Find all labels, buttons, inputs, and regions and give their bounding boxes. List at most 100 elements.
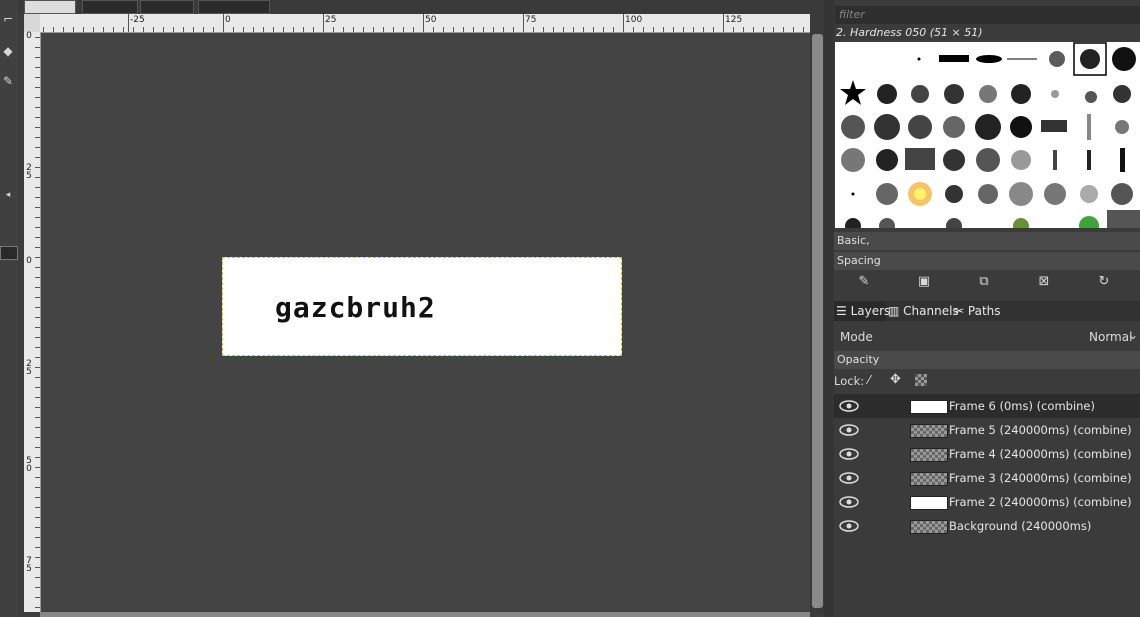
eye-icon[interactable] — [839, 400, 859, 412]
brush-texture[interactable] — [1087, 150, 1091, 170]
layer-name[interactable]: Frame 3 (240000ms) (combine) — [949, 471, 1132, 485]
brush-texture[interactable] — [1010, 116, 1032, 138]
brush-texture[interactable] — [943, 116, 965, 138]
brush-texture[interactable] — [877, 84, 897, 104]
brush-texture[interactable] — [976, 148, 1000, 172]
brush-texture[interactable] — [841, 115, 865, 139]
brush-texture[interactable] — [978, 184, 998, 204]
brush-texture[interactable] — [876, 183, 898, 205]
new-brush-icon[interactable]: ▣ — [915, 273, 933, 291]
delete-brush-icon[interactable]: ⊠ — [1035, 273, 1053, 291]
ruler-minor-tick — [653, 27, 654, 32]
brush-texture[interactable] — [1009, 182, 1033, 206]
brush-filter-input[interactable]: filter — [835, 6, 1140, 24]
brush-texture[interactable] — [1079, 216, 1099, 228]
layer-name[interactable]: Frame 4 (240000ms) (combine) — [949, 447, 1132, 461]
tab-layers[interactable]: ☰ Layers — [836, 302, 890, 320]
brush-soft[interactable] — [1049, 51, 1065, 67]
brush-texture[interactable] — [944, 84, 964, 104]
ruler-minor-tick — [53, 27, 54, 32]
eye-icon[interactable] — [839, 472, 859, 484]
brush-hard[interactable] — [1112, 47, 1136, 71]
brush-texture[interactable] — [879, 218, 895, 228]
ruler-minor-tick — [363, 27, 364, 32]
ruler-minor-tick — [793, 27, 794, 32]
brush-hardness-050[interactable] — [1080, 49, 1100, 69]
brush-texture[interactable] — [911, 85, 929, 103]
brush-texture[interactable] — [1115, 120, 1129, 134]
brush-texture[interactable] — [1087, 114, 1091, 140]
brush-texture[interactable] — [874, 114, 900, 140]
eye-icon[interactable] — [839, 496, 859, 508]
opacity-slider[interactable]: Opacity — [834, 351, 1140, 369]
brush-texture[interactable] — [946, 218, 962, 228]
eraser-icon[interactable]: ◆ — [1, 44, 15, 58]
brush-preset-tags[interactable]: Basic, — [834, 232, 1140, 250]
image-tab-2[interactable] — [82, 0, 138, 14]
image-tab-3[interactable] — [140, 0, 194, 14]
crop-icon[interactable]: ⌐ — [1, 12, 15, 26]
eye-icon[interactable] — [839, 424, 859, 436]
brush-grid[interactable] — [835, 42, 1140, 228]
ruler-corner-button[interactable] — [24, 14, 40, 32]
brush-texture[interactable] — [845, 218, 861, 228]
ruler-label: 2 5 — [26, 163, 32, 181]
image-tab-4[interactable] — [198, 0, 270, 14]
spacing-slider[interactable]: Spacing — [834, 252, 1140, 270]
duplicate-brush-icon[interactable]: ⧉ — [975, 273, 993, 291]
lock-label: Lock: — [834, 374, 865, 388]
brush-texture[interactable] — [1120, 148, 1125, 172]
vertical-ruler[interactable]: 0 2 5 0 2 5 5 0 7 5 — [24, 32, 41, 612]
brush-texture[interactable] — [905, 148, 935, 170]
layer-name[interactable]: Frame 6 (0ms) (combine) — [949, 399, 1095, 413]
layer-name[interactable]: Frame 5 (240000ms) (combine) — [949, 423, 1132, 437]
ruler-minor-tick — [103, 27, 104, 32]
tab-paths[interactable]: ✂ Paths — [954, 302, 1001, 320]
lock-position-icon[interactable]: ✥ — [890, 372, 901, 387]
brush-ellipse[interactable] — [976, 55, 1002, 63]
brush-block[interactable] — [939, 55, 969, 62]
smudge-icon[interactable]: ✎ — [1, 74, 15, 88]
brush-texture[interactable] — [1044, 183, 1066, 205]
layer-name[interactable]: Frame 2 (240000ms) (combine) — [949, 495, 1132, 509]
brush-texture[interactable] — [876, 149, 898, 171]
eye-icon[interactable] — [839, 520, 859, 532]
brush-texture[interactable] — [1113, 85, 1131, 103]
brush-texture[interactable] — [1111, 183, 1133, 205]
brush-texture[interactable] — [1080, 185, 1098, 203]
chevron-down-icon[interactable]: ⌄ — [1128, 328, 1138, 342]
brush-texture[interactable] — [945, 185, 963, 203]
brush-texture[interactable] — [1011, 84, 1031, 104]
brush-texture[interactable] — [908, 115, 932, 139]
edit-brush-icon[interactable]: ✎ — [855, 273, 873, 291]
horizontal-ruler[interactable]: -25 0 25 50 75 100 125 — [40, 14, 810, 33]
brush-texture[interactable] — [841, 148, 865, 172]
brush-texture[interactable] — [1041, 120, 1067, 132]
brush-texture[interactable] — [1011, 150, 1031, 170]
image-tab-1[interactable] — [24, 0, 76, 14]
brush-texture[interactable] — [979, 85, 997, 103]
brush-texture[interactable] — [1107, 210, 1140, 228]
lock-alpha-icon[interactable] — [915, 374, 927, 386]
dock-divider[interactable] — [824, 0, 834, 617]
brush-texture[interactable] — [851, 192, 855, 196]
vertical-scrollbar-thumb[interactable] — [812, 34, 823, 608]
lock-pixels-icon[interactable]: ⁄ — [868, 373, 870, 387]
tab-channels[interactable]: ▥ Channels — [888, 302, 959, 320]
brush-texture[interactable] — [1051, 90, 1059, 98]
brush-texture[interactable] — [1085, 91, 1097, 103]
size-spinner[interactable] — [0, 246, 18, 260]
eye-icon[interactable] — [839, 448, 859, 460]
brush-texture[interactable] — [1053, 150, 1057, 170]
brush-texture[interactable] — [975, 114, 1001, 140]
brush-texture[interactable] — [1013, 218, 1029, 228]
ruler-minor-tick — [35, 127, 40, 128]
refresh-brushes-icon[interactable]: ↻ — [1095, 273, 1113, 291]
brush-pixel[interactable] — [917, 57, 921, 61]
horizontal-scrollbar[interactable] — [40, 612, 810, 617]
brush-star[interactable] — [840, 80, 866, 105]
brush-texture[interactable] — [943, 149, 965, 171]
dock-arrow-icon[interactable]: ◂ — [1, 188, 15, 202]
mode-select[interactable]: Normal — [1089, 330, 1132, 344]
layer-name[interactable]: Background (240000ms) — [949, 519, 1091, 533]
